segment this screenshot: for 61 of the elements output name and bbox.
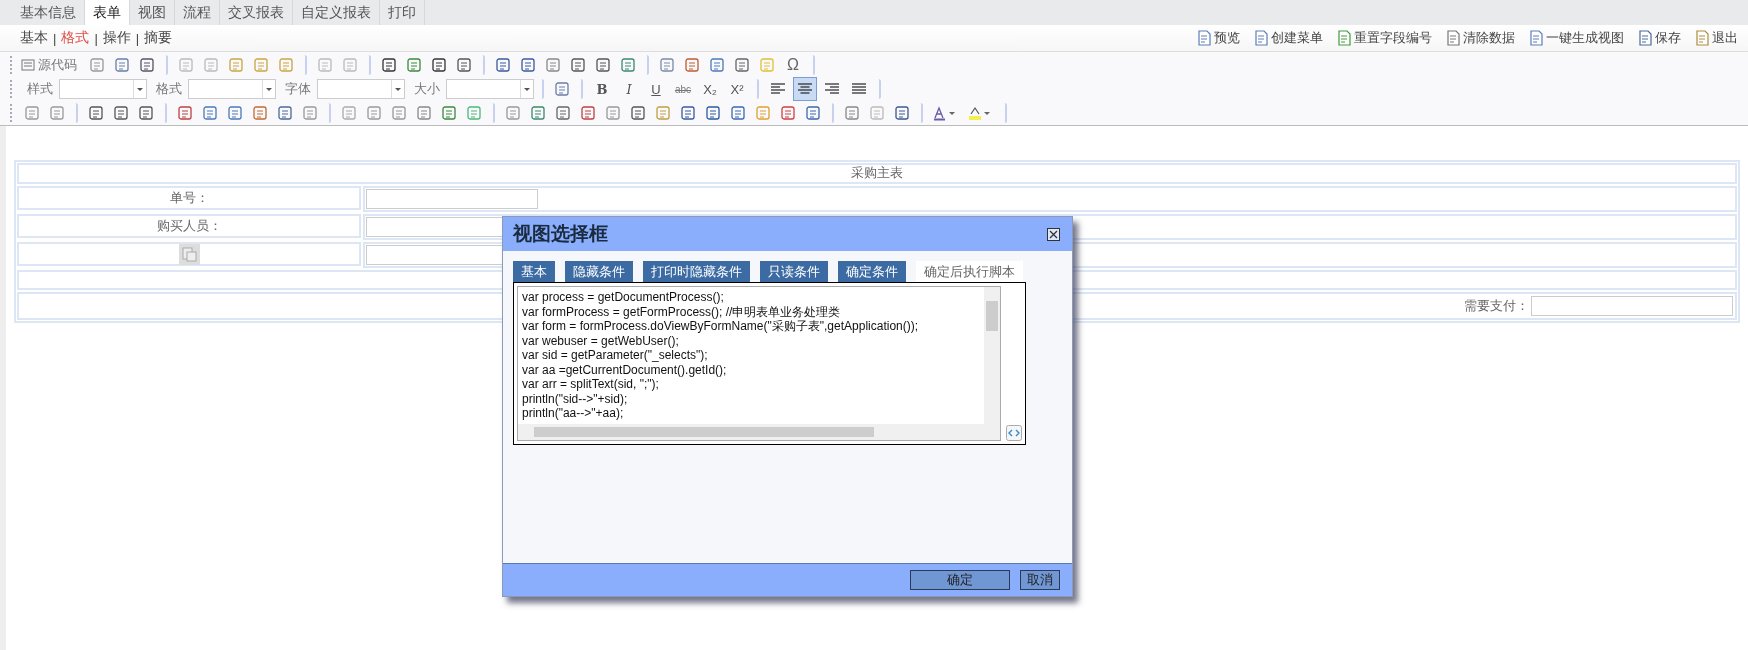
- select-label: 大小: [414, 80, 440, 98]
- toolbar-action[interactable]: 重置字段编号: [1337, 29, 1432, 47]
- toolbar-action[interactable]: 一键生成视图: [1529, 29, 1624, 47]
- dialog-title: 视图选择框: [513, 222, 608, 246]
- code-line: var sid = getParameter("_selects");: [522, 348, 709, 363]
- main-tab[interactable]: 表单: [85, 0, 130, 25]
- field-label: 单号：: [17, 186, 361, 210]
- close-icon[interactable]: [1047, 227, 1060, 241]
- format-button[interactable]: U: [644, 79, 668, 99]
- input-field[interactable]: [366, 189, 538, 209]
- separator: |: [135, 30, 140, 46]
- format-button[interactable]: abc: [671, 79, 695, 99]
- dialog-tab[interactable]: 打印时隐藏条件: [643, 261, 750, 282]
- format-button[interactable]: X₂: [698, 79, 722, 99]
- sub-nav-link[interactable]: 摘要: [144, 29, 173, 47]
- toolbar-action[interactable]: 创建菜单: [1254, 29, 1323, 47]
- code-line: println("sid-->"+sid);: [522, 391, 629, 406]
- dialog-tab[interactable]: 确定条件: [838, 261, 906, 282]
- select-label: 样式: [27, 80, 53, 98]
- image-control-icon: [178, 243, 200, 265]
- dropdown-field[interactable]: [188, 79, 276, 99]
- table-title: 采购主表: [17, 163, 1737, 184]
- dialog-button[interactable]: 确定: [910, 570, 1010, 590]
- dialog-button[interactable]: 取消: [1020, 570, 1060, 590]
- code-line: var aa =getCurrentDocument().getId();: [522, 362, 728, 377]
- dialog-tab[interactable]: 隐藏条件: [565, 261, 633, 282]
- dropdown-field[interactable]: [317, 79, 405, 99]
- vertical-scrollbar[interactable]: [984, 287, 1000, 424]
- field-label: 需要支付：: [1464, 297, 1529, 315]
- toolbar-action[interactable]: 清除数据: [1446, 29, 1515, 47]
- toolbar-action[interactable]: 预览: [1197, 29, 1240, 47]
- dialog-tab[interactable]: 只读条件: [760, 261, 828, 282]
- sub-nav-link[interactable]: 操作: [102, 29, 131, 47]
- align-center-icon[interactable]: [793, 77, 817, 101]
- code-line: var process = getDocumentProcess();: [522, 290, 725, 305]
- code-line: var webuser = getWebUser();: [522, 333, 680, 348]
- select-label: 字体: [285, 80, 311, 98]
- code-line: var form = formProcess.doViewByFormName("采购子表",getApplication());: [522, 319, 920, 334]
- separator: |: [94, 30, 98, 46]
- separator: |: [53, 30, 57, 46]
- toolbar-action[interactable]: 退出: [1695, 29, 1738, 47]
- toolbar-action[interactable]: 保存: [1638, 29, 1681, 47]
- select-label: 格式: [156, 80, 182, 98]
- code-line: var formProcess = getFormProcess(); //申明表单业务处理类: [522, 304, 842, 319]
- input-field[interactable]: [1531, 296, 1733, 316]
- sub-nav-link[interactable]: 基本: [20, 29, 48, 47]
- sub-nav-link[interactable]: 格式: [61, 29, 90, 47]
- format-button[interactable]: B: [590, 79, 614, 99]
- script-editor[interactable]: [517, 286, 1001, 441]
- dropdown-field[interactable]: [59, 79, 147, 99]
- code-line: var arr = splitText(sid, ";");: [522, 377, 660, 392]
- code-line: println("aa-->"+aa);: [522, 406, 625, 421]
- dialog-tab[interactable]: 确定后执行脚本: [916, 261, 1023, 282]
- format-button[interactable]: X²: [725, 79, 749, 99]
- dropdown-field[interactable]: [446, 79, 534, 99]
- special-character-button[interactable]: Ω: [781, 55, 805, 75]
- source-code-button[interactable]: 源代码: [21, 56, 77, 74]
- format-button[interactable]: I: [617, 79, 641, 99]
- horizontal-scrollbar[interactable]: [518, 423, 1000, 440]
- dialog-tab[interactable]: 基本: [513, 261, 555, 282]
- field-label: 购买人员：: [17, 214, 361, 238]
